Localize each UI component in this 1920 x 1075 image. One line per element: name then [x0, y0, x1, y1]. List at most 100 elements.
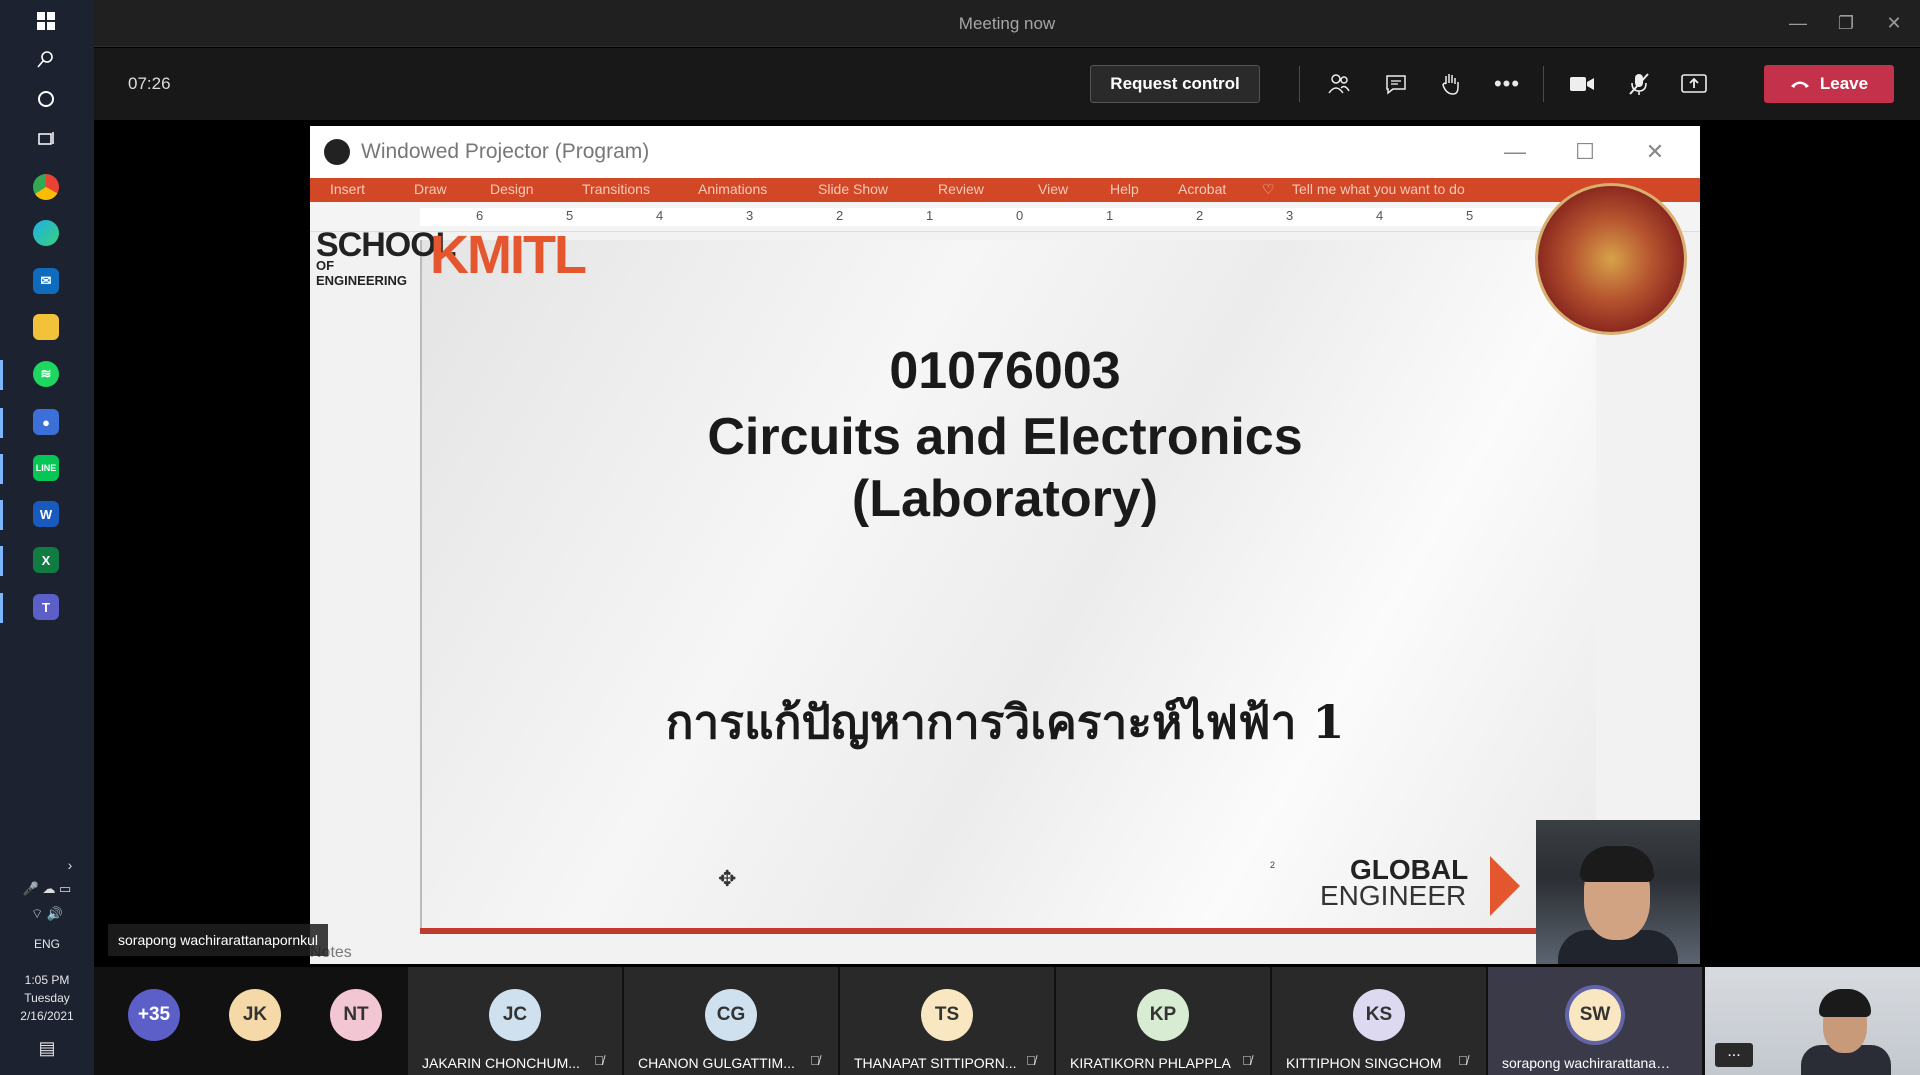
more-options-button[interactable]: ... — [1715, 1043, 1753, 1067]
mic-muted-icon: 🎙̸ — [1242, 1053, 1252, 1068]
mic-muted-icon: 🎙̸ — [810, 1053, 820, 1068]
ribbon-tab: Slide Show — [818, 181, 889, 197]
spotify-icon[interactable]: ≋ — [27, 355, 65, 393]
ruler-number: 6 — [476, 208, 484, 223]
avatar: KP — [1137, 989, 1189, 1041]
active-indicator — [0, 360, 3, 390]
slide-bottom-bar — [420, 928, 1596, 934]
notification-icon[interactable]: ▤ — [0, 1039, 94, 1057]
participant-tile[interactable]: KS KITTIPHON SINGCHOM 🎙̸ — [1272, 967, 1486, 1075]
slide-title-line1: Circuits and Electronics — [707, 408, 1303, 466]
ruler-number: 0 — [1016, 208, 1024, 223]
tray-icons[interactable]: 🎤 ☁ ▭ — [0, 880, 94, 897]
network-volume-icons[interactable]: ⌔ 🔊 — [0, 905, 94, 922]
projector-minimize-icon[interactable]: — — [1480, 126, 1550, 178]
request-control-button[interactable]: Request control — [1090, 65, 1260, 103]
self-video-preview: ... — [1705, 967, 1920, 1075]
ribbon-search: Tell me what you want to do — [1292, 181, 1465, 197]
cortana-icon[interactable] — [27, 80, 65, 118]
language-indicator[interactable]: ENG — [0, 936, 94, 953]
ruler-number: 2 — [1196, 208, 1204, 223]
projector-maximize-icon[interactable]: ☐ — [1550, 126, 1620, 178]
window-title: Meeting now — [958, 14, 1056, 33]
participant-strip: +35 JK NT JC JAKARIN CHONCHUM... 🎙̸ CG C… — [94, 967, 1920, 1075]
ribbon-tab: Review — [938, 181, 984, 197]
avatar: TS — [921, 989, 973, 1041]
engineer-text: ENGINEER — [1320, 880, 1467, 911]
chrome-icon[interactable] — [27, 168, 65, 206]
participant-tile[interactable]: TS THANAPAT SITTIPORN... 🎙̸ — [840, 967, 1054, 1075]
ruler-number: 1 — [1106, 208, 1114, 223]
lightbulb-icon: ♡ — [1262, 181, 1275, 197]
avatar: CG — [705, 989, 757, 1041]
share-screen-icon[interactable] — [1674, 65, 1714, 103]
presenter-video — [1536, 820, 1700, 964]
chevron-right-icon — [1490, 856, 1520, 916]
mic-muted-icon: 🎙̸ — [1026, 1053, 1036, 1068]
mic-muted-icon: 🎙̸ — [594, 1053, 604, 1068]
more-options-icon[interactable]: ••• — [1487, 65, 1527, 103]
clock-date: 2/16/2021 — [20, 1009, 74, 1023]
projector-close-icon[interactable]: ✕ — [1620, 126, 1690, 178]
windowed-projector: Windowed Projector (Program) — ☐ ✕ Inser… — [310, 126, 1700, 964]
teams-window: Meeting now — ❐ ✕ 07:26 Request control … — [94, 0, 1920, 1075]
mic-muted-icon[interactable] — [1619, 65, 1659, 103]
raise-hand-icon[interactable] — [1431, 65, 1471, 103]
avatar[interactable]: JK — [229, 989, 281, 1041]
presenter-hair — [1580, 846, 1654, 882]
participant-name: THANAPAT SITTIPORN... — [854, 1055, 1017, 1071]
logo-engineering-text: OF ENGINEERING — [316, 258, 408, 288]
minimize-icon[interactable]: — — [1774, 0, 1822, 47]
ribbon-tab: Transitions — [582, 181, 650, 197]
participant-tile[interactable]: JC JAKARIN CHONCHUM... 🎙̸ — [408, 967, 622, 1075]
overflow-participants-avatar[interactable]: +35 — [128, 989, 180, 1041]
presenter-name-tag: sorapong wachirarattanapornkul — [108, 924, 329, 956]
teams-icon[interactable]: T — [27, 588, 65, 626]
ribbon-tab: Insert — [330, 181, 366, 197]
participant-name: KIRATIKORN PHLAPPLA — [1070, 1055, 1231, 1071]
participant-tile[interactable]: KP KIRATIKORN PHLAPPLA 🎙̸ — [1056, 967, 1270, 1075]
word-icon[interactable]: W — [27, 495, 65, 533]
ruler-number: 4 — [656, 208, 664, 223]
clock-time[interactable]: 1:05 PM — [0, 972, 94, 989]
chat-icon[interactable] — [1376, 65, 1416, 103]
record-app-icon[interactable]: ● — [27, 403, 65, 441]
restore-icon[interactable]: ❐ — [1822, 0, 1870, 47]
ruler-number: 5 — [1466, 208, 1474, 223]
chevron-right-icon[interactable]: › — [60, 846, 80, 884]
participants-icon[interactable] — [1319, 65, 1359, 103]
close-icon[interactable]: ✕ — [1870, 0, 1918, 47]
participant-name: sorapong wachirarattanap... — [1502, 1055, 1672, 1071]
ruler-number: 1 — [926, 208, 934, 223]
ribbon-tab: Animations — [698, 181, 768, 197]
projector-title: Windowed Projector (Program) — [361, 140, 650, 163]
slide-page-number: 2 — [1270, 860, 1276, 870]
participant-name: CHANON GULGATTIM... — [638, 1055, 795, 1071]
move-cursor-icon: ✥ — [718, 866, 737, 891]
active-indicator — [0, 593, 3, 623]
task-view-icon[interactable] — [27, 120, 65, 158]
file-explorer-icon[interactable] — [27, 308, 65, 346]
ruler-number: 3 — [746, 208, 754, 223]
ruler-number: 5 — [566, 208, 574, 223]
windows-start-icon[interactable] — [27, 2, 65, 40]
leave-button[interactable]: Leave — [1764, 65, 1894, 103]
avatar[interactable]: NT — [330, 989, 382, 1041]
camera-icon[interactable] — [1562, 65, 1602, 103]
line-icon[interactable]: LINE — [27, 449, 65, 487]
ruler-number: 2 — [836, 208, 844, 223]
participant-tile[interactable]: CG CHANON GULGATTIM... 🎙̸ — [624, 967, 838, 1075]
ribbon-tab: Acrobat — [1178, 181, 1227, 197]
excel-icon[interactable]: X — [27, 541, 65, 579]
search-icon[interactable] — [27, 40, 65, 78]
mail-icon[interactable]: ✉ — [27, 262, 65, 300]
participant-name: KITTIPHON SINGCHOM — [1286, 1055, 1442, 1071]
edge-icon[interactable] — [27, 214, 65, 252]
ribbon-tab: Help — [1110, 181, 1139, 197]
participant-tile-speaking[interactable]: SW sorapong wachirarattanap... — [1488, 967, 1702, 1075]
active-indicator — [0, 454, 3, 484]
self-hair — [1819, 989, 1871, 1017]
active-indicator — [0, 408, 3, 438]
meeting-timer: 07:26 — [128, 74, 171, 93]
active-indicator — [0, 500, 3, 530]
